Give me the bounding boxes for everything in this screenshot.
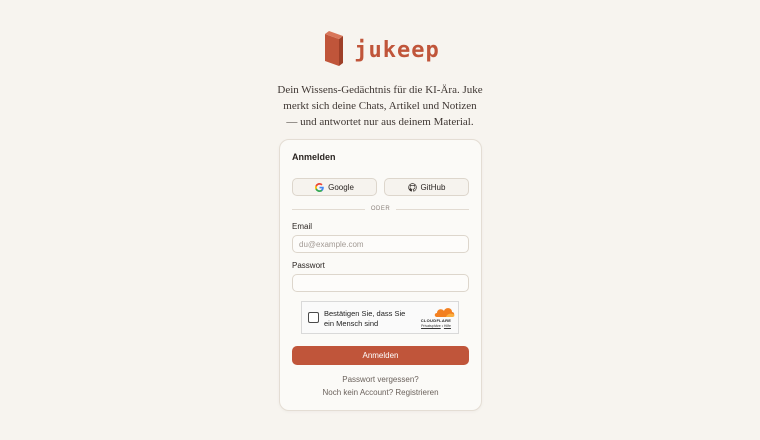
password-label: Passwort bbox=[292, 261, 325, 270]
github-login-button[interactable]: GitHub bbox=[384, 178, 469, 196]
captcha-text: Bestätigen Sie, dass Sie ein Mensch sind bbox=[324, 309, 406, 328]
email-label: Email bbox=[292, 222, 313, 231]
brand-name: jukeep bbox=[354, 37, 440, 63]
divider-line-right bbox=[396, 208, 469, 210]
privacy-link[interactable]: Privatsphäre bbox=[421, 324, 441, 328]
cloudflare-brand: CLOUDFLARE bbox=[420, 318, 452, 323]
tagline-line-3: — und antwortet nur aus deinem Material. bbox=[286, 116, 474, 128]
github-login-label: GitHub bbox=[420, 182, 446, 192]
captcha-checkbox[interactable] bbox=[308, 312, 319, 323]
cloudflare-icon bbox=[434, 308, 455, 317]
login-card: Anmelden Google GitHub ODER Email Passwo… bbox=[279, 139, 482, 411]
link-separator: • bbox=[441, 324, 443, 328]
divider-text: ODER bbox=[370, 206, 391, 212]
book-icon bbox=[325, 31, 344, 66]
captcha-widget: Bestätigen Sie, dass Sie ein Mensch sind… bbox=[301, 301, 459, 334]
github-icon bbox=[407, 182, 417, 192]
login-title: Anmelden bbox=[292, 152, 336, 162]
tagline: Dein Wissens-Gedächtnis für die KI-Ära. … bbox=[260, 82, 500, 130]
email-field[interactable] bbox=[292, 235, 469, 253]
or-divider: ODER bbox=[292, 204, 469, 214]
google-login-button[interactable]: Google bbox=[292, 178, 377, 196]
google-icon bbox=[315, 182, 324, 192]
login-submit-button[interactable]: Anmelden bbox=[292, 346, 469, 365]
tagline-line-1: Dein Wissens-Gedächtnis für die KI-Ära. … bbox=[277, 84, 483, 96]
register-link[interactable]: Noch kein Account? Registrieren bbox=[280, 388, 481, 397]
divider-line-left bbox=[292, 208, 365, 210]
help-link[interactable]: Hilfe bbox=[444, 324, 451, 328]
password-field[interactable] bbox=[292, 274, 469, 292]
brand-header: jukeep bbox=[0, 30, 760, 68]
captcha-links: Privatsphäre • Hilfe bbox=[416, 324, 456, 328]
tagline-line-2: merkt sich deine Chats, Artikel und Noti… bbox=[283, 100, 477, 112]
google-login-label: Google bbox=[328, 182, 354, 192]
forgot-password-link[interactable]: Passwort vergessen? bbox=[280, 375, 481, 384]
